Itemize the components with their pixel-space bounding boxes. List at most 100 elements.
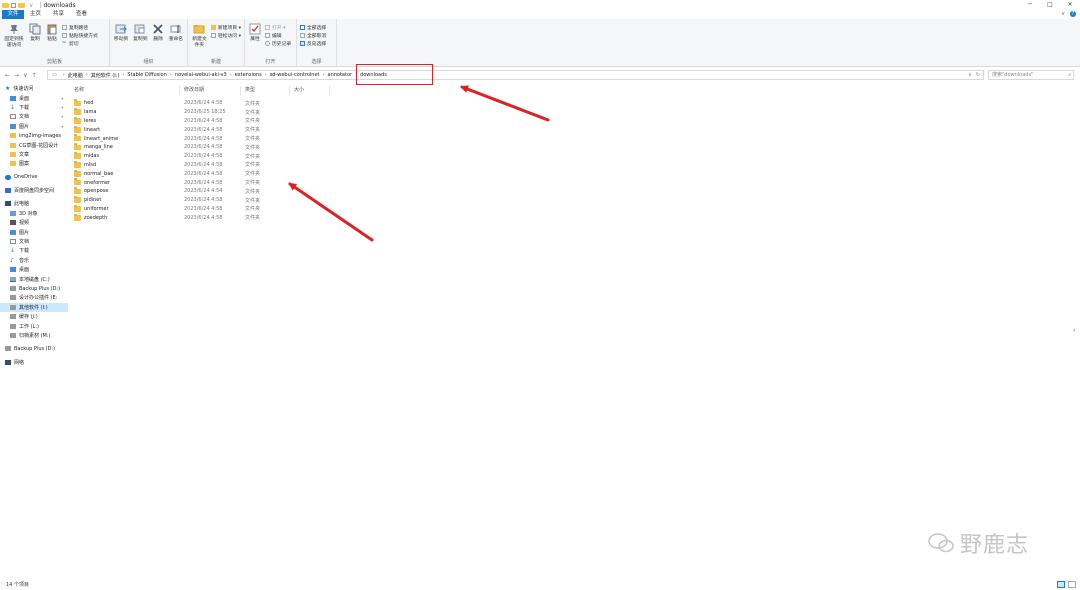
breadcrumb-separator[interactable]: › bbox=[230, 72, 232, 78]
file-row[interactable]: lama 2023/6/25 18:25 文件夹 bbox=[70, 108, 330, 117]
ribbon: 固定到快速访问 复制 粘贴 复制路径 粘贴快捷方式 ✂ 剪切 剪贴板 移动到 复制… bbox=[0, 19, 1080, 67]
file-row[interactable]: pidinet 2023/6/24 4:58 文件夹 bbox=[70, 196, 330, 205]
breadcrumb-separator[interactable]: › bbox=[323, 72, 325, 78]
nav-downloads[interactable]: ↓ 下载 ✦ bbox=[0, 103, 68, 112]
column-size[interactable]: 大小 bbox=[290, 86, 330, 95]
customize-toolbar-icon[interactable]: ∨ bbox=[29, 2, 33, 9]
file-row[interactable]: uniformer 2023/6/24 4:58 文件夹 bbox=[70, 204, 330, 214]
open-icon bbox=[265, 24, 270, 30]
nav-downloads-pc[interactable]: ↓ 下载 bbox=[0, 246, 68, 255]
nav-desktop-pc[interactable]: 桌面 bbox=[0, 265, 68, 274]
breadcrumb-downloads[interactable]: downloads bbox=[360, 72, 387, 78]
file-row[interactable]: manga_line 2023/6/24 4:58 文件夹 bbox=[70, 143, 330, 152]
search-icon[interactable]: ⌕ bbox=[1068, 71, 1071, 79]
nav-cg-sketch[interactable]: CG草图-花园设计 bbox=[0, 140, 68, 149]
tab-file[interactable]: 文件 bbox=[2, 10, 24, 19]
refresh-icon[interactable]: ↻ bbox=[976, 71, 980, 80]
drive-icon bbox=[10, 295, 16, 301]
minimize-button[interactable]: ─ bbox=[1020, 0, 1040, 10]
file-row[interactable]: leres 2023/6/24 4:58 文件夹 bbox=[70, 116, 330, 126]
nav-pictures[interactable]: 图片 ✦ bbox=[0, 122, 68, 131]
open-button[interactable]: 打开 ▾ bbox=[265, 24, 291, 31]
help-icon[interactable]: ? bbox=[1070, 11, 1076, 17]
tab-home[interactable]: 主页 bbox=[24, 10, 47, 19]
nav-drive-l[interactable]: 工作 (L:) bbox=[0, 321, 68, 330]
nav-pictures-pc[interactable]: 图片 bbox=[0, 227, 68, 236]
file-row[interactable]: normal_bae 2023/6/24 4:58 文件夹 bbox=[70, 169, 330, 178]
select-all-button[interactable]: 全部选择 bbox=[300, 24, 326, 31]
nav-baidu-sync[interactable]: 百度网盘同步空间 bbox=[0, 186, 68, 195]
properties-icon[interactable] bbox=[11, 2, 16, 8]
breadcrumb-stable-diffusion[interactable]: Stable Diffusion bbox=[127, 72, 167, 78]
nav-drive-e[interactable]: 设计办公插件 (E: bbox=[0, 293, 68, 302]
nav-quick-access[interactable]: ★ 快速访问 bbox=[0, 84, 68, 93]
search-input[interactable]: 搜索"downloads" ⌕ bbox=[988, 70, 1074, 80]
up-icon[interactable]: ↑ bbox=[31, 72, 36, 79]
nav-documents-pc[interactable]: 文档 bbox=[0, 237, 68, 246]
paste-shortcut-button[interactable]: 粘贴快捷方式 bbox=[62, 32, 98, 39]
nav-drive-c[interactable]: 本地磁盘 (C:) bbox=[0, 274, 68, 283]
nav-drive-m[interactable]: 归档素材 (M:) bbox=[0, 331, 68, 340]
breadcrumb-extensions[interactable]: extensions bbox=[235, 72, 262, 78]
easy-access-button[interactable]: 轻松访问 ▾ bbox=[210, 32, 241, 39]
tab-share[interactable]: 共享 bbox=[47, 10, 70, 19]
breadcrumb-annotator[interactable]: annotator bbox=[328, 72, 353, 78]
breadcrumb-this-pc[interactable]: 此电脑 bbox=[68, 72, 83, 79]
file-row[interactable]: openpose 2023/6/24 4:54 文件夹 bbox=[70, 187, 330, 196]
invert-selection-button[interactable]: 反向选择 bbox=[300, 40, 326, 47]
nav-music[interactable]: ♪ 音乐 bbox=[0, 256, 68, 265]
column-name[interactable]: 名称 bbox=[70, 86, 180, 95]
nav-onedrive[interactable]: OneDrive bbox=[0, 173, 68, 182]
nav-videos[interactable]: 视频 bbox=[0, 218, 68, 227]
file-row[interactable]: hed 2023/6/24 4:58 文件夹 bbox=[70, 99, 330, 108]
file-row[interactable]: lineart_anime 2023/6/24 4:58 文件夹 bbox=[70, 134, 330, 143]
nav-this-pc[interactable]: 此电脑 bbox=[0, 199, 68, 208]
breadcrumb-separator[interactable]: › bbox=[355, 72, 357, 78]
breadcrumb-separator[interactable]: › bbox=[86, 72, 88, 78]
breadcrumb-controlnet[interactable]: sd-webui-controlnet bbox=[270, 72, 320, 78]
nav-drive-d[interactable]: Backup Plus (D:) bbox=[0, 284, 68, 293]
new-item-button[interactable]: 新建项目 ▾ bbox=[210, 24, 241, 31]
nav-patterns[interactable]: 图案 bbox=[0, 159, 68, 168]
file-row[interactable]: zoedepth 2023/6/24 4:58 文件夹 bbox=[70, 213, 330, 222]
file-row[interactable]: lineart 2023/6/24 4:58 文件夹 bbox=[70, 125, 330, 134]
maximize-button[interactable]: □ bbox=[1040, 0, 1060, 10]
recent-locations-icon[interactable]: ∨ bbox=[23, 72, 27, 79]
column-type[interactable]: 类型 bbox=[241, 86, 290, 95]
watermark-text: 野鹿志 bbox=[960, 533, 1030, 558]
file-row[interactable]: oneformer 2023/6/24 4:58 文件夹 bbox=[70, 178, 330, 187]
nav-documents[interactable]: 文档 ✦ bbox=[0, 112, 68, 121]
edit-button[interactable]: 编辑 bbox=[265, 32, 291, 39]
nav-drive-j[interactable]: 缓存 (J:) bbox=[0, 312, 68, 321]
tab-view[interactable]: 查看 bbox=[70, 10, 93, 19]
breadcrumb-separator[interactable]: › bbox=[265, 72, 267, 78]
select-none-button[interactable]: 全部取消 bbox=[300, 32, 326, 39]
cut-button[interactable]: ✂ 剪切 bbox=[62, 40, 98, 47]
breadcrumb-drive-i[interactable]: 其他软件 (I:) bbox=[91, 72, 120, 79]
address-dropdown-icon[interactable]: ∨ bbox=[968, 71, 972, 80]
nav-img2img[interactable]: img2img-images bbox=[0, 131, 68, 140]
history-button[interactable]: 历史记录 bbox=[265, 40, 291, 47]
copy-path-button[interactable]: 复制路径 bbox=[62, 24, 98, 31]
nav-backup-plus[interactable]: Backup Plus (D:) bbox=[0, 344, 68, 353]
back-icon[interactable]: ← bbox=[5, 72, 10, 79]
nav-network[interactable]: 网络 bbox=[0, 358, 68, 367]
nav-3d-objects[interactable]: 3D 对象 bbox=[0, 209, 68, 218]
collapse-pane-icon[interactable]: ‹ bbox=[1073, 327, 1080, 339]
close-button[interactable]: ✕ bbox=[1060, 0, 1080, 10]
details-view-icon[interactable] bbox=[1057, 581, 1065, 588]
nav-drive-i[interactable]: 其他软件 (I:) bbox=[0, 302, 68, 312]
new-folder-icon[interactable] bbox=[18, 2, 25, 8]
column-date-modified[interactable]: 修改日期 bbox=[180, 86, 241, 95]
expand-ribbon-icon[interactable]: ∨ bbox=[1061, 11, 1065, 17]
file-row[interactable]: mlsd 2023/6/24 4:58 文件夹 bbox=[70, 160, 330, 170]
breadcrumb-novelai[interactable]: novelai-webui-aki-v3 bbox=[175, 72, 227, 78]
nav-desktop[interactable]: 桌面 ✦ bbox=[0, 93, 68, 102]
forward-icon[interactable]: → bbox=[14, 72, 19, 79]
breadcrumb-separator[interactable]: › bbox=[170, 72, 172, 78]
nav-articles[interactable]: 文章 bbox=[0, 150, 68, 159]
large-icons-view-icon[interactable] bbox=[1068, 581, 1076, 588]
file-row[interactable]: midas 2023/6/24 4:58 文件夹 bbox=[70, 152, 330, 161]
breadcrumb-separator[interactable]: › bbox=[122, 72, 124, 78]
address-bar[interactable]: ▭ › 此电脑 › 其他软件 (I:) › Stable Diffusion ›… bbox=[47, 70, 984, 80]
